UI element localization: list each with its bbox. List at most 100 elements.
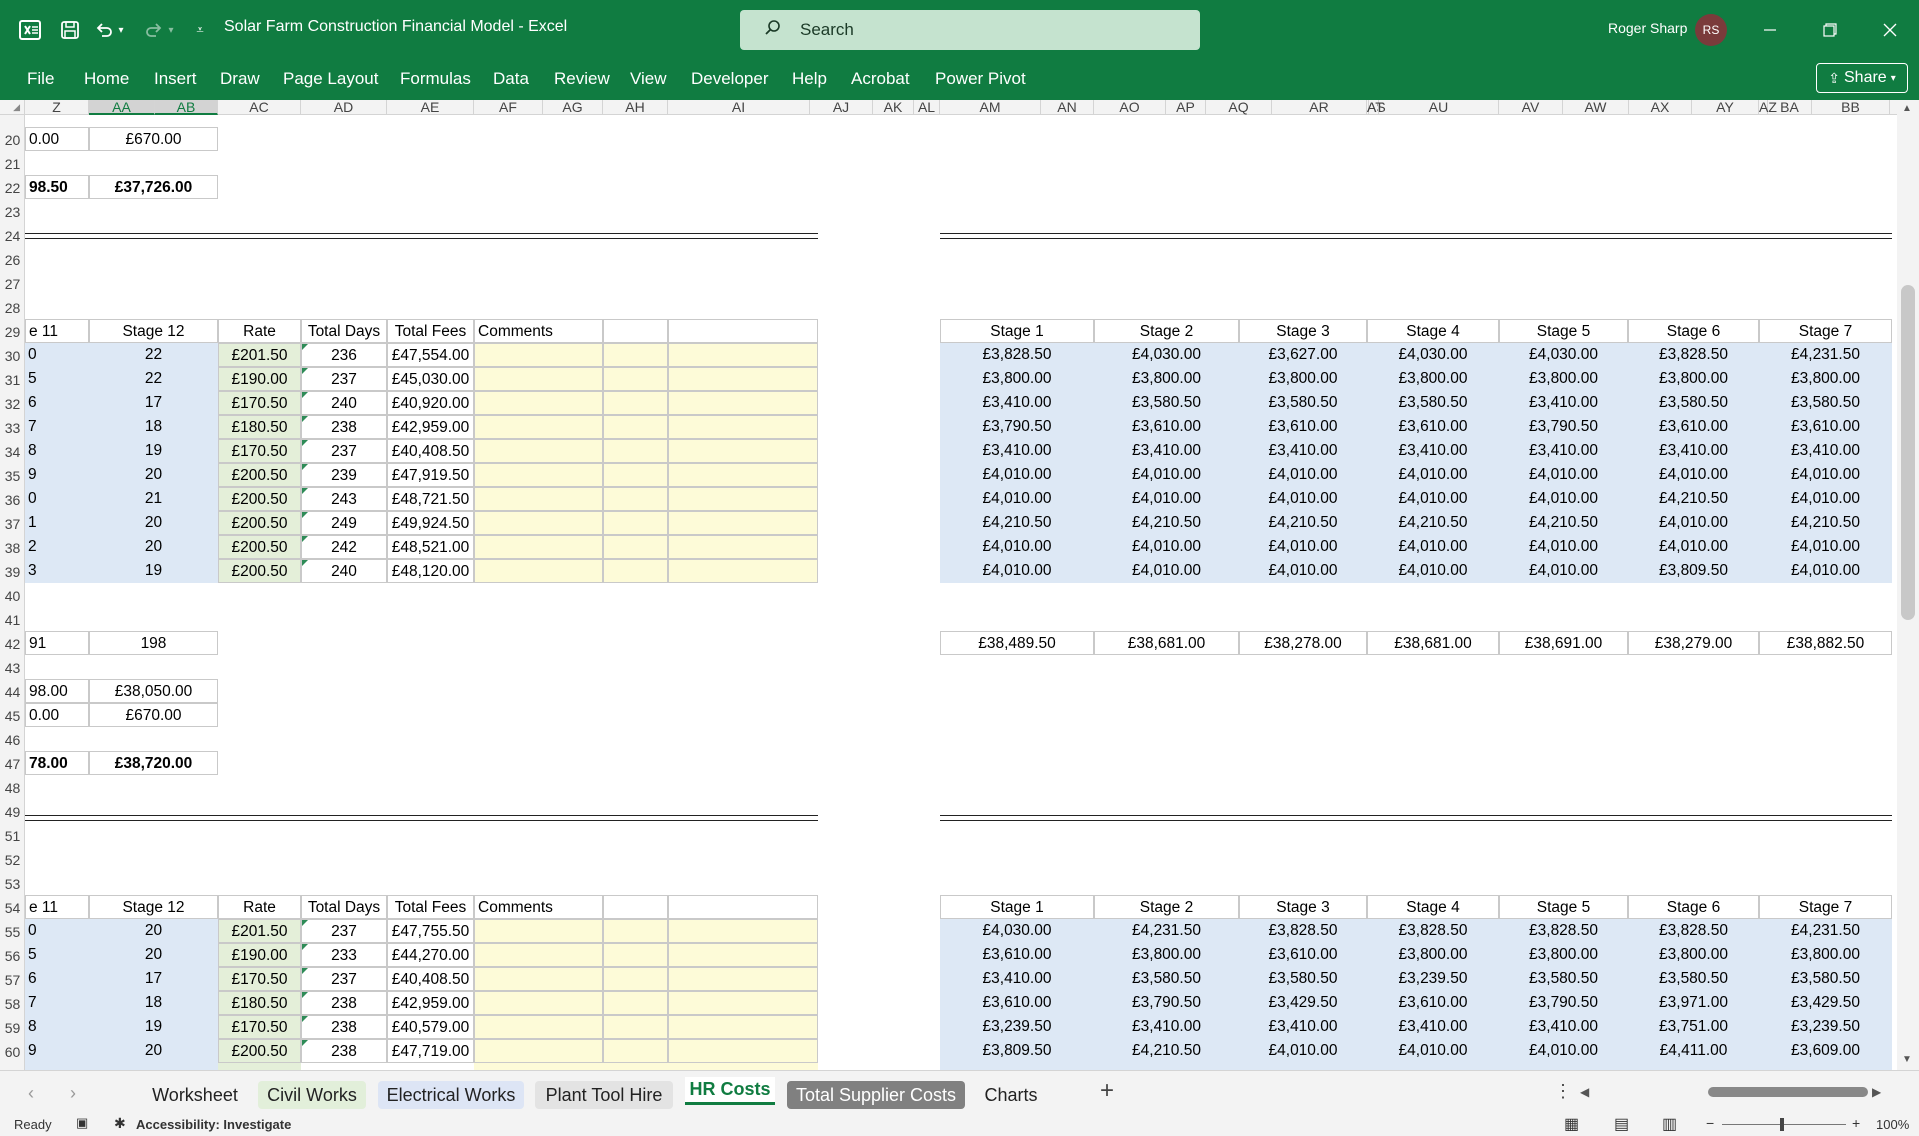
cell[interactable]: 20 xyxy=(89,463,218,487)
cell[interactable]: 238 xyxy=(301,991,387,1015)
cell[interactable] xyxy=(668,895,818,919)
cell[interactable]: £180.50 xyxy=(218,415,301,439)
cell[interactable] xyxy=(668,391,818,415)
cell[interactable]: £170.50 xyxy=(218,391,301,415)
cell[interactable]: £4,010.00 xyxy=(1239,535,1367,559)
cell[interactable]: £4,010.00 xyxy=(1759,463,1892,487)
cell[interactable]: £3,580.50 xyxy=(1759,967,1892,991)
cell[interactable] xyxy=(603,943,668,967)
column-header[interactable]: AL xyxy=(914,100,940,115)
cell[interactable] xyxy=(668,415,818,439)
column-title[interactable]: Total Days xyxy=(301,895,387,919)
cell[interactable]: £200.50 xyxy=(218,487,301,511)
cell[interactable]: £4,210.50 xyxy=(1367,511,1499,535)
scroll-right-icon[interactable]: ▶ xyxy=(1872,1085,1881,1099)
cell[interactable] xyxy=(668,367,818,391)
cell[interactable] xyxy=(603,391,668,415)
cell[interactable]: 233 xyxy=(301,943,387,967)
column-header[interactable]: AZ xyxy=(1759,100,1777,115)
column-title[interactable]: Total Fees xyxy=(387,319,474,343)
column-header[interactable]: AQ xyxy=(1206,100,1272,115)
cell[interactable]: 17 xyxy=(89,967,218,991)
cell[interactable]: £3,828.50 xyxy=(1367,919,1499,943)
cell[interactable]: £3,828.50 xyxy=(1239,919,1367,943)
cell[interactable] xyxy=(668,1039,818,1063)
column-header[interactable]: AC xyxy=(218,100,301,115)
cell[interactable]: 0 xyxy=(25,343,89,367)
cell[interactable]: 9 xyxy=(25,1039,89,1063)
cell[interactable]: 6 xyxy=(25,967,89,991)
cell[interactable]: £4,010.00 xyxy=(1239,463,1367,487)
sheet-tab-worksheet[interactable]: Worksheet xyxy=(145,1081,245,1109)
cell[interactable] xyxy=(218,1063,301,1070)
search-box[interactable]: Search xyxy=(740,10,1200,50)
cell[interactable]: £3,239.50 xyxy=(940,1015,1094,1039)
cell[interactable]: 2 xyxy=(25,535,89,559)
cell[interactable] xyxy=(474,487,603,511)
cell[interactable]: £4,010.00 xyxy=(1367,559,1499,583)
cell[interactable]: 198 xyxy=(89,631,218,655)
column-header[interactable]: AG xyxy=(543,100,603,115)
normal-view-icon[interactable]: ▦ xyxy=(1564,1114,1579,1134)
scroll-left-icon[interactable]: ◀ xyxy=(1580,1085,1589,1099)
cell[interactable] xyxy=(603,559,668,583)
cell[interactable]: £38,489.50 xyxy=(940,631,1094,655)
row-header[interactable]: 27 xyxy=(0,272,25,296)
row-header[interactable]: 43 xyxy=(0,656,25,680)
cell[interactable]: £4,010.00 xyxy=(1499,463,1628,487)
row-header[interactable]: 33 xyxy=(0,416,25,440)
cell[interactable] xyxy=(603,1015,668,1039)
cell[interactable]: 91 xyxy=(25,631,89,655)
error-indicator-icon[interactable] xyxy=(302,560,308,566)
cell[interactable]: 9 xyxy=(25,463,89,487)
accessibility-icon[interactable]: ✱ xyxy=(114,1115,126,1132)
column-header[interactable]: AJ xyxy=(810,100,873,115)
column-header[interactable]: AH xyxy=(603,100,668,115)
cell[interactable]: £4,010.00 xyxy=(940,463,1094,487)
column-title[interactable]: e 11 xyxy=(25,319,89,343)
row-header[interactable]: 41 xyxy=(0,608,25,632)
tab-review[interactable]: Review xyxy=(554,69,610,89)
cell[interactable]: £3,800.00 xyxy=(1367,367,1499,391)
cell[interactable]: £42,959.00 xyxy=(387,991,474,1015)
cell[interactable]: 237 xyxy=(301,439,387,463)
cell[interactable] xyxy=(474,943,603,967)
cell[interactable]: £200.50 xyxy=(218,1039,301,1063)
cell[interactable]: £38,279.00 xyxy=(1628,631,1759,655)
close-icon[interactable] xyxy=(1872,14,1908,46)
cell[interactable]: £3,800.00 xyxy=(1759,943,1892,967)
cell[interactable]: £4,010.00 xyxy=(1628,463,1759,487)
cell[interactable]: 22 xyxy=(89,367,218,391)
cell[interactable]: £4,010.00 xyxy=(1239,1039,1367,1063)
cell[interactable]: 238 xyxy=(301,1015,387,1039)
cell[interactable]: £47,919.50 xyxy=(387,463,474,487)
cell[interactable] xyxy=(668,1015,818,1039)
error-indicator-icon[interactable] xyxy=(302,968,308,974)
row-header[interactable]: 51 xyxy=(0,824,25,848)
cell[interactable]: £190.00 xyxy=(218,943,301,967)
cell[interactable]: 5 xyxy=(25,943,89,967)
cell[interactable]: £3,580.50 xyxy=(1628,967,1759,991)
cell[interactable]: £40,408.50 xyxy=(387,439,474,463)
column-title[interactable]: Stage 5 xyxy=(1499,319,1628,343)
row-header[interactable]: 29 xyxy=(0,320,25,344)
cell[interactable]: £201.50 xyxy=(218,919,301,943)
cell[interactable]: £3,410.00 xyxy=(1094,439,1239,463)
cell[interactable] xyxy=(474,367,603,391)
cell[interactable]: £3,809.50 xyxy=(940,1039,1094,1063)
error-indicator-icon[interactable] xyxy=(302,1016,308,1022)
user-name[interactable]: Roger Sharp xyxy=(1608,20,1687,36)
add-sheet-icon[interactable]: + xyxy=(1100,1077,1114,1105)
cell[interactable]: £3,610.00 xyxy=(1239,415,1367,439)
vertical-scrollbar[interactable]: ▲ ▼ xyxy=(1897,100,1919,1070)
cell[interactable]: £3,580.50 xyxy=(1499,967,1628,991)
cell[interactable]: £48,521.00 xyxy=(387,535,474,559)
cell[interactable]: £200.50 xyxy=(218,535,301,559)
cell[interactable]: £4,010.00 xyxy=(1239,559,1367,583)
column-title[interactable]: Rate xyxy=(218,319,301,343)
cell[interactable]: £49,924.50 xyxy=(387,511,474,535)
cell[interactable]: £4,231.50 xyxy=(1759,343,1892,367)
row-header[interactable]: 26 xyxy=(0,248,25,272)
cell[interactable]: 22 xyxy=(89,343,218,367)
cell[interactable]: £3,239.50 xyxy=(1759,1015,1892,1039)
